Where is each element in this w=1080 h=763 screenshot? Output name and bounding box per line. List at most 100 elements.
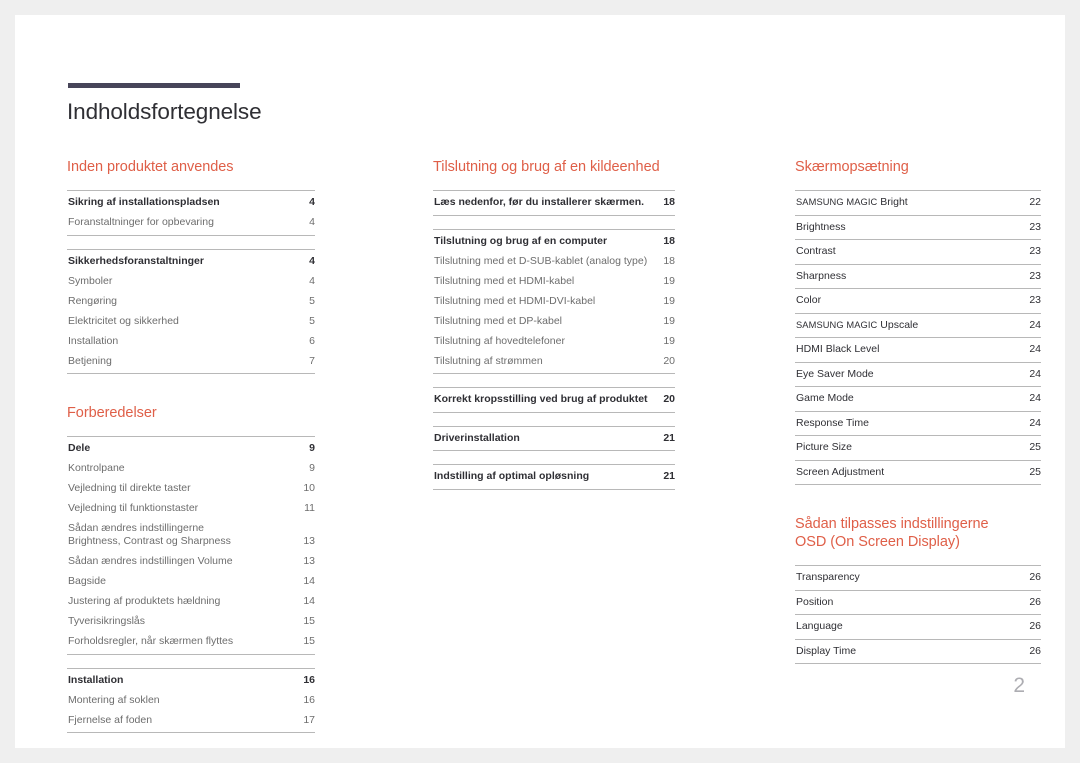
toc-entry-label: Picture Size: [796, 441, 853, 453]
toc-entry[interactable]: Transparency 26: [795, 566, 1041, 590]
toc-entry[interactable]: Driverinstallation 21: [433, 427, 675, 451]
toc-group: Transparency 26: [795, 565, 1041, 591]
page-title: Indholdsfortegnelse: [67, 99, 262, 124]
toc-entry-label: Brightness: [796, 220, 846, 233]
toc-entry[interactable]: Tilslutning af hovedtelefoner 19: [433, 331, 675, 351]
toc-entry[interactable]: HDMI Black Level 24: [795, 338, 1041, 362]
toc-entry[interactable]: Bagside 14: [67, 572, 315, 592]
toc-column-3: Skærmopsætning SAMSUNG MAGIC Bright 22 Brig…: [795, 158, 1041, 664]
toc-entry-label: Tilslutning med et D-SUB-kablet (analog …: [434, 254, 648, 267]
toc-entry-page-number: 20: [663, 393, 675, 405]
toc-entry-label: Tilslutning af hovedtelefoner: [434, 334, 565, 347]
toc-entry[interactable]: Tyverisikringslås 15: [67, 612, 315, 632]
toc-entry-page-number: 23: [1029, 269, 1041, 282]
toc-group: Color 23: [795, 288, 1041, 314]
toc-entry-label: Display Time: [796, 644, 857, 657]
toc-entry-page-number: 26: [1029, 571, 1041, 583]
toc-entry[interactable]: Justering af produktets hældning 14: [67, 592, 315, 612]
toc-entry[interactable]: Korrekt kropsstilling ved brug af produk…: [433, 388, 675, 412]
toc-entry[interactable]: Tilslutning af strømmen 20: [433, 351, 675, 373]
toc-entry[interactable]: Indstilling af optimal opløsning 21: [433, 465, 675, 489]
toc-entry-label: Contrast: [796, 245, 836, 257]
toc-entry-label: Installation: [68, 334, 119, 347]
toc-entry[interactable]: Vejledning til direkte taster 10: [67, 479, 315, 499]
toc-group: Indstilling af optimal opløsning 21: [433, 464, 675, 490]
toc-entry[interactable]: Kontrolpane 9: [67, 459, 315, 479]
toc-entry[interactable]: Sådan ændres indstillingen Volume 13: [67, 552, 315, 572]
toc-entry[interactable]: Screen Adjustment 25: [795, 461, 1041, 485]
toc-entry-page-number: 25: [1029, 441, 1041, 453]
toc-entry[interactable]: Symboler 4: [67, 271, 315, 291]
toc-entry[interactable]: Sådan ændres indstillingerne Brightness,…: [67, 519, 315, 552]
toc-entry-page-number: 16: [303, 673, 315, 686]
toc-entry-label: Tilslutning med et HDMI-DVI-kabel: [434, 294, 596, 307]
toc-entry-label: Tyverisikringslås: [68, 615, 146, 627]
toc-entry-label: Kontrolpane: [68, 462, 125, 474]
toc-entry[interactable]: Language 26: [795, 615, 1041, 639]
toc-entry[interactable]: Foranstaltninger for opbevaring 4: [67, 213, 315, 235]
toc-entry-page-number: 25: [1029, 465, 1041, 478]
toc-entry-label: Sharpness: [796, 269, 847, 282]
toc-entry[interactable]: Tilslutning med et HDMI-kabel 19: [433, 271, 675, 291]
toc-entry-page-number: 9: [309, 462, 315, 474]
toc-entry-page-number: 10: [303, 482, 315, 494]
toc-entry[interactable]: Game Mode 24: [795, 387, 1041, 411]
toc-entry-page-number: 19: [663, 334, 675, 347]
toc-section-heading: Sådan tilpasses indstillingerne OSD (On …: [795, 516, 989, 550]
toc-entry[interactable]: SAMSUNG MAGIC Upscale 24: [795, 314, 1041, 338]
toc-entry-page-number: 4: [309, 216, 315, 228]
toc-entry[interactable]: Display Time 26: [795, 640, 1041, 664]
toc-entry[interactable]: Vejledning til funktionstaster 11: [67, 499, 315, 519]
toc-entry[interactable]: Betjening 7: [67, 351, 315, 373]
toc-entry-page-number: 24: [1029, 367, 1041, 380]
brand-mark: SAMSUNG MAGIC: [796, 319, 878, 330]
toc-entry[interactable]: Sikkerhedsforanstaltninger 4: [67, 250, 315, 272]
toc-entry-label: HDMI Black Level: [796, 343, 880, 355]
toc-group: Sikkerhedsforanstaltninger 4 Symboler 4 Reng…: [67, 248, 315, 374]
toc-entry-label: Dele: [68, 442, 91, 454]
toc-entry-page-number: 13: [303, 555, 315, 567]
toc-entry[interactable]: Picture Size 25: [795, 436, 1041, 460]
toc-entry[interactable]: Installation 6: [67, 331, 315, 351]
toc-entry[interactable]: SAMSUNG MAGIC Bright 22: [795, 191, 1041, 215]
toc-entry[interactable]: Brightness 23: [795, 216, 1041, 240]
toc-entry[interactable]: Tilslutning og brug af en computer 18: [433, 230, 675, 252]
toc-entry[interactable]: Tilslutning med et DP-kabel 19: [433, 311, 675, 331]
toc-section-heading: Forberedelser: [67, 405, 157, 421]
toc-group: Korrekt kropsstilling ved brug af produk…: [433, 387, 675, 413]
toc-group: Sharpness 23: [795, 263, 1041, 289]
toc-entry-label: Driverinstallation: [434, 431, 520, 444]
toc-entry[interactable]: Forholdsregler, når skærmen flyttes 15: [67, 632, 315, 654]
toc-entry[interactable]: Eye Saver Mode 24: [795, 363, 1041, 387]
toc-entry[interactable]: Sikring af installationspladsen 4: [67, 191, 315, 213]
toc-entry-page-number: 5: [309, 314, 315, 327]
toc-entry-page-number: 11: [304, 502, 315, 514]
toc-group: HDMI Black Level 24: [795, 337, 1041, 363]
toc-entry-label: Sikkerhedsforanstaltninger: [68, 254, 204, 267]
toc-entry[interactable]: Læs nedenfor, før du installerer skærmen…: [433, 191, 675, 215]
toc-entry[interactable]: Installation 16: [67, 669, 315, 691]
toc-entry-page-number: 4: [309, 274, 315, 287]
toc-entry[interactable]: Response Time 24: [795, 412, 1041, 436]
toc-entry[interactable]: Position 26: [795, 591, 1041, 615]
toc-entry[interactable]: Sharpness 23: [795, 265, 1041, 289]
toc-entry[interactable]: Tilslutning med et HDMI-DVI-kabel 19: [433, 291, 675, 311]
toc-entry-page-number: 14: [303, 595, 315, 607]
toc-entry[interactable]: Contrast 23: [795, 240, 1041, 264]
toc-entry-page-number: 9: [309, 442, 315, 454]
toc-entry[interactable]: Color 23: [795, 289, 1041, 313]
toc-group: Screen Adjustment 25: [795, 459, 1041, 485]
toc-entry-page-number: 22: [1029, 196, 1041, 208]
toc-entry-label: Game Mode: [796, 392, 854, 404]
toc-entry-page-number: 19: [663, 294, 675, 307]
toc-entry-page-number: 18: [663, 234, 675, 247]
toc-entry[interactable]: Rengøring 5: [67, 291, 315, 311]
toc-entry[interactable]: Fjernelse af foden 17: [67, 710, 315, 732]
toc-entry[interactable]: Tilslutning med et D-SUB-kablet (analog …: [433, 251, 675, 271]
toc-entry-page-number: 26: [1029, 644, 1041, 657]
toc-entry-page-number: 19: [663, 274, 675, 287]
toc-entry[interactable]: Montering af soklen 16: [67, 690, 315, 710]
toc-entry-page-number: 21: [663, 431, 675, 444]
toc-entry[interactable]: Dele 9: [67, 437, 315, 459]
toc-entry[interactable]: Elektricitet og sikkerhed 5: [67, 311, 315, 331]
